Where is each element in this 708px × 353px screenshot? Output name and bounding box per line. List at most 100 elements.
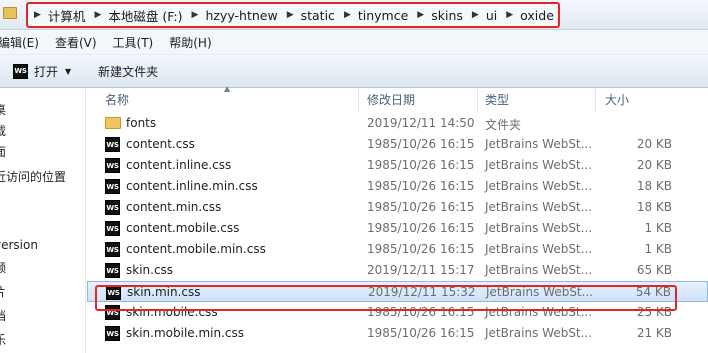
file-name: content.mobile.css xyxy=(126,221,240,235)
webstorm-icon: WS xyxy=(13,63,28,79)
nav-item-videos[interactable]: 频 xyxy=(0,259,6,276)
file-date: 1985/10/26 16:15 xyxy=(367,305,475,319)
nav-item-desktop[interactable]: 桌 xyxy=(0,101,6,118)
menu-view[interactable]: 查看(V) xyxy=(55,34,97,51)
file-row[interactable]: WS content.inline.min.css 1985/10/26 16:15… xyxy=(87,176,708,197)
sort-ascending-icon: ▲ xyxy=(224,84,231,93)
breadcrumb-item-tinymce[interactable]: ▶ tinymce xyxy=(344,8,417,23)
column-name[interactable]: 名称 xyxy=(87,88,359,113)
file-list: fonts 2019/12/11 14:50 文件夹 WS content.css 198… xyxy=(87,113,708,344)
file-type: JetBrains WebSt... xyxy=(485,242,593,256)
file-date: 1985/10/26 16:15 xyxy=(367,179,475,193)
menu-tools[interactable]: 工具(T) xyxy=(113,34,154,51)
file-type: JetBrains WebSt... xyxy=(485,305,593,319)
file-name: skin.mobile.css xyxy=(126,305,218,319)
file-date: 1985/10/26 16:15 xyxy=(367,200,475,214)
file-row[interactable]: WS content.mobile.css 1985/10/26 16:15 JetB… xyxy=(87,218,708,239)
file-row[interactable]: WS content.min.css 1985/10/26 16:15 JetBrai… xyxy=(87,197,708,218)
nav-item-version[interactable]: version xyxy=(0,238,38,252)
webstorm-icon: WS xyxy=(105,242,120,257)
nav-item-recent-places[interactable]: 近访问的位置 xyxy=(0,168,66,185)
file-type: JetBrains WebSt... xyxy=(486,285,594,299)
file-size: 1 KB xyxy=(644,242,672,256)
new-folder-button[interactable]: 新建文件夹 xyxy=(98,63,158,80)
webstorm-icon: WS xyxy=(105,137,120,152)
webstorm-icon: WS xyxy=(105,326,120,341)
file-size: 18 KB xyxy=(636,200,672,214)
breadcrumb-item-skins[interactable]: ▶ skins xyxy=(417,8,472,23)
file-size: 65 KB xyxy=(636,263,672,277)
webstorm-icon: WS xyxy=(105,200,120,215)
column-header: 名称 ▲ 修改日期 类型 大小 xyxy=(87,84,708,113)
menu-help[interactable]: 帮助(H) xyxy=(169,34,211,51)
column-date[interactable]: 修改日期 xyxy=(359,88,478,113)
chevron-right-icon[interactable]: ▶ xyxy=(34,10,41,20)
nav-item-desktop-2[interactable]: 面 xyxy=(0,143,6,160)
open-button[interactable]: WS 打开 ▼ xyxy=(13,63,71,80)
webstorm-icon: WS xyxy=(105,263,120,278)
chevron-right-icon[interactable]: ▶ xyxy=(94,10,101,20)
file-date: 1985/10/26 16:15 xyxy=(367,221,475,235)
file-size: 54 KB xyxy=(635,285,671,299)
breadcrumb-item-oxide[interactable]: ▶oxide▶ xyxy=(506,8,558,23)
file-type: JetBrains WebSt... xyxy=(485,326,593,340)
file-row[interactable]: WS skin.mobile.css 1985/10/26 16:15 JetBrai… xyxy=(87,302,708,323)
file-type: 文件夹 xyxy=(485,118,522,132)
breadcrumb-item-hzyy-htnew[interactable]: ▶ hzyy-htnew xyxy=(192,8,287,23)
nav-item-music[interactable]: 乐 xyxy=(0,331,6,348)
file-size: 20 KB xyxy=(636,158,672,172)
open-button-label: 打开 xyxy=(34,64,59,79)
file-date: 1985/10/26 16:15 xyxy=(367,326,475,340)
webstorm-icon: WS xyxy=(106,285,121,300)
file-row[interactable]: WS content.inline.css 1985/10/26 16:15 JetB… xyxy=(87,155,708,176)
toolbar: WS 打开 ▼ 新建文件夹 xyxy=(0,54,708,88)
webstorm-icon: WS xyxy=(105,179,120,194)
file-row[interactable]: WS skin.mobile.min.css 1985/10/26 16:15 Jet… xyxy=(87,323,708,344)
file-type: JetBrains WebSt... xyxy=(485,158,593,172)
file-size: 25 KB xyxy=(636,305,672,319)
file-date: 2019/12/11 15:17 xyxy=(367,263,475,277)
file-date: 1985/10/26 16:15 xyxy=(367,242,475,256)
file-name: skin.mobile.min.css xyxy=(126,326,245,340)
folder-icon xyxy=(105,117,121,129)
file-name: content.mobile.min.css xyxy=(126,242,266,256)
menu-bar: 编辑(E) 查看(V) 工具(T) 帮助(H) xyxy=(0,30,708,54)
menu-edit[interactable]: 编辑(E) xyxy=(0,34,39,51)
file-name: skin.min.css xyxy=(127,285,201,299)
breadcrumb-item-static[interactable]: ▶ static xyxy=(287,8,344,23)
file-date: 2019/12/11 15:32 xyxy=(368,285,476,299)
nav-item-documents[interactable]: 档 xyxy=(0,307,6,324)
column-size[interactable]: 大小 xyxy=(596,88,708,113)
webstorm-icon: WS xyxy=(105,305,120,320)
file-date: 1985/10/26 16:15 xyxy=(367,158,475,172)
column-type[interactable]: 类型 xyxy=(478,88,596,113)
chevron-right-icon[interactable]: ▶ xyxy=(417,10,424,20)
file-name: fonts xyxy=(126,116,157,130)
navigation-pane: 桌 载 面 近访问的位置 version 频 片 档 乐 xyxy=(0,88,86,353)
chevron-right-icon[interactable]: ▶ xyxy=(506,10,513,20)
file-type: JetBrains WebSt... xyxy=(485,200,593,214)
file-row[interactable]: WS skin.css 2019/12/11 15:17 JetBrains WebS… xyxy=(87,260,708,281)
chevron-right-icon[interactable]: ▶ xyxy=(344,10,351,20)
breadcrumb-item-computer[interactable]: ▶ 计算机 xyxy=(34,6,94,25)
breadcrumb[interactable]: ▶ 计算机 ▶ 本地磁盘 (F:) ▶ hzyy-htnew ▶ static ▶ tin… xyxy=(26,2,560,28)
breadcrumb-item-ui[interactable]: ▶ ui xyxy=(472,8,506,23)
file-name: skin.css xyxy=(126,263,174,277)
file-size: 20 KB xyxy=(636,137,672,151)
file-date: 1985/10/26 16:15 xyxy=(367,137,475,151)
chevron-down-icon[interactable]: ▼ xyxy=(65,67,71,76)
breadcrumb-item-drive[interactable]: ▶ 本地磁盘 (F:) xyxy=(94,6,191,25)
file-name: content.min.css xyxy=(126,200,222,214)
file-row[interactable]: fonts 2019/12/11 14:50 文件夹 xyxy=(87,113,708,134)
file-row[interactable]: WS content.mobile.min.css 1985/10/26 16:15… xyxy=(87,239,708,260)
file-size: 21 KB xyxy=(636,326,672,340)
chevron-right-icon[interactable]: ▶ xyxy=(287,10,294,20)
folder-icon xyxy=(3,7,17,19)
file-row[interactable]: WS skin.min.css 2019/12/11 15:32 JetBrains … xyxy=(87,281,708,302)
nav-item-downloads[interactable]: 载 xyxy=(0,122,6,139)
nav-item-pictures[interactable]: 片 xyxy=(0,283,6,300)
address-bar: ▶ 计算机 ▶ 本地磁盘 (F:) ▶ hzyy-htnew ▶ static ▶ tin… xyxy=(0,0,708,30)
chevron-right-icon[interactable]: ▶ xyxy=(192,10,199,20)
file-row[interactable]: WS content.css 1985/10/26 16:15 JetBrains W… xyxy=(87,134,708,155)
chevron-right-icon[interactable]: ▶ xyxy=(472,10,479,20)
